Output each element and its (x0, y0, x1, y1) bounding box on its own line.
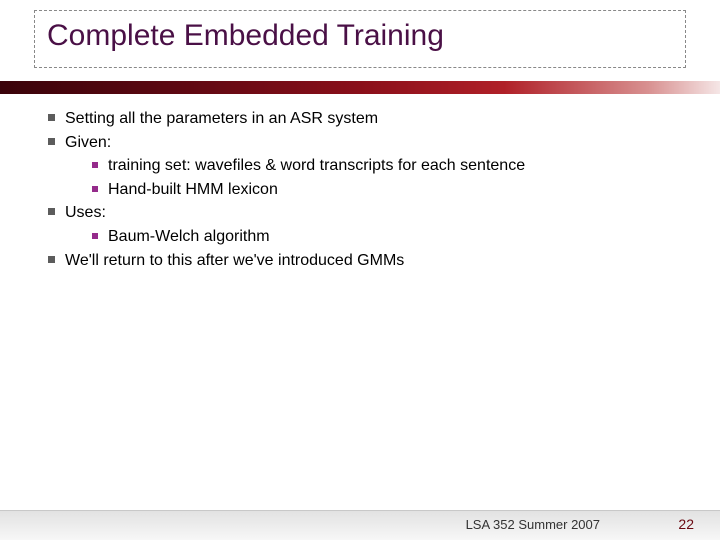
bullet-icon (92, 162, 98, 168)
sub-list: training set: wavefiles & word transcrip… (48, 155, 668, 202)
bullet-icon (92, 233, 98, 239)
list-item: Given: (48, 132, 668, 156)
list-item-text: Uses: (65, 202, 668, 224)
list-item-text: Baum-Welch algorithm (108, 226, 668, 248)
bullet-icon (48, 138, 55, 145)
bullet-icon (48, 208, 55, 215)
list-item-text: We'll return to this after we've introdu… (65, 250, 668, 272)
slide: Complete Embedded Training Setting all t… (0, 0, 720, 540)
sub-list: Baum-Welch algorithm (48, 226, 668, 250)
content-area: Setting all the parameters in an ASR sys… (48, 108, 668, 273)
list-item-text: Hand-built HMM lexicon (108, 179, 668, 201)
list-item: Baum-Welch algorithm (92, 226, 668, 250)
footer-band (0, 510, 720, 540)
bullet-icon (92, 186, 98, 192)
bullet-icon (48, 256, 55, 263)
title-box: Complete Embedded Training (34, 10, 686, 68)
slide-title: Complete Embedded Training (47, 19, 673, 53)
list-item: Uses: (48, 202, 668, 226)
list-item: Setting all the parameters in an ASR sys… (48, 108, 668, 132)
list-item: training set: wavefiles & word transcrip… (92, 155, 668, 179)
bullet-icon (48, 114, 55, 121)
list-item-text: Setting all the parameters in an ASR sys… (65, 108, 668, 130)
list-item-text: Given: (65, 132, 668, 154)
footer-text: LSA 352 Summer 2007 (466, 517, 600, 532)
divider-bar (0, 80, 720, 94)
page-number: 22 (678, 516, 694, 532)
list-item: We'll return to this after we've introdu… (48, 250, 668, 274)
list-item-text: training set: wavefiles & word transcrip… (108, 155, 668, 177)
list-item: Hand-built HMM lexicon (92, 179, 668, 203)
